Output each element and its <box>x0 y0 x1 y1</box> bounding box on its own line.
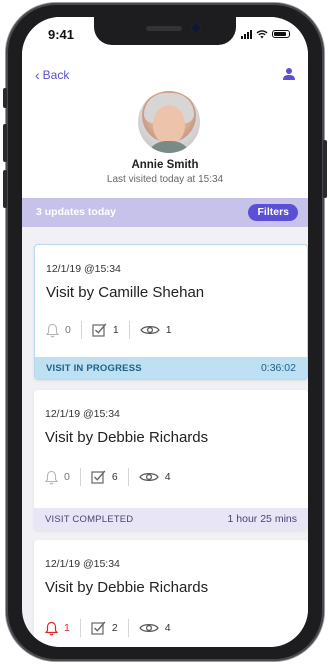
tasks-metric: 2 <box>91 621 118 635</box>
chevron-left-icon: ‹ <box>35 67 40 83</box>
divider <box>128 321 130 339</box>
screen: ‹ Back Annie Smith Last visited today at… <box>22 17 308 647</box>
signal-icon <box>241 29 252 39</box>
visit-metrics: 0 6 4 <box>45 468 171 486</box>
visit-status-bar: VISIT IN PROGRESS 0:36:02 <box>35 357 307 379</box>
alerts-count: 1 <box>64 622 70 634</box>
visit-title: Visit by Debbie Richards <box>45 429 209 446</box>
tasks-metric: 6 <box>91 470 118 484</box>
divider <box>80 321 82 339</box>
divider <box>127 468 129 486</box>
eye-icon <box>138 624 159 632</box>
divider <box>79 619 81 637</box>
status-icons <box>241 29 290 39</box>
alerts-metric: 0 <box>45 470 70 485</box>
speaker-grille <box>146 26 182 31</box>
status-time: 9:41 <box>48 27 75 42</box>
mute-switch <box>3 88 7 108</box>
visit-duration: 0:36:02 <box>260 362 296 374</box>
views-count: 4 <box>164 622 171 634</box>
views-metric: 4 <box>138 471 171 483</box>
alerts-metric: 1 <box>45 621 70 636</box>
tasks-count: 2 <box>111 622 118 634</box>
eye-icon <box>138 473 159 481</box>
tasks-count: 6 <box>111 471 118 483</box>
avatar <box>138 91 200 153</box>
views-metric: 1 <box>139 324 172 336</box>
visit-card[interactable]: 12/1/19 @15:34 Visit by Debbie Richards … <box>34 540 308 647</box>
bell-icon <box>46 323 59 337</box>
visit-title: Visit by Debbie Richards <box>45 579 209 596</box>
volume-up-button <box>3 124 7 162</box>
visit-card[interactable]: 12/1/19 @15:34 Visit by Camille Shehan 0… <box>34 244 308 380</box>
user-icon[interactable] <box>282 67 296 81</box>
visit-date: 12/1/19 @15:34 <box>45 558 120 570</box>
bell-icon <box>45 470 58 484</box>
visit-metrics: 1 2 4 <box>45 619 171 637</box>
visit-duration: 1 hour 25 mins <box>227 513 297 525</box>
last-visited-text: Last visited today at 15:34 <box>106 174 224 185</box>
visit-status: VISIT COMPLETED <box>45 514 134 525</box>
updates-count: 3 updates today <box>36 206 116 218</box>
views-count: 4 <box>164 471 171 483</box>
power-button <box>323 140 327 198</box>
back-button[interactable]: ‹ Back <box>35 68 69 82</box>
profile-name: Annie Smith <box>131 159 199 171</box>
alerts-count: 0 <box>64 471 70 483</box>
checklist-icon <box>91 621 106 635</box>
camera-icon <box>192 24 200 32</box>
visit-metrics: 0 1 1 <box>46 321 172 339</box>
bell-icon <box>45 621 58 635</box>
checklist-icon <box>92 323 107 337</box>
visit-date: 12/1/19 @15:34 <box>46 263 121 275</box>
alerts-metric: 0 <box>46 323 71 338</box>
visit-status-bar: VISIT COMPLETED 1 hour 25 mins <box>34 508 308 530</box>
divider <box>79 468 81 486</box>
back-label: Back <box>42 68 70 82</box>
visit-title: Visit by Camille Shehan <box>46 284 205 301</box>
updates-bar: 3 updates today Filters <box>22 198 308 227</box>
divider <box>127 619 129 637</box>
alerts-count: 0 <box>65 324 71 336</box>
views-count: 1 <box>165 324 172 336</box>
filters-button[interactable]: Filters <box>248 204 298 221</box>
wifi-icon <box>256 29 268 38</box>
tasks-metric: 1 <box>92 323 119 337</box>
battery-icon <box>272 30 290 38</box>
visit-card[interactable]: 12/1/19 @15:34 Visit by Debbie Richards … <box>34 390 308 530</box>
views-metric: 4 <box>138 622 171 634</box>
notch <box>94 17 236 45</box>
tasks-count: 1 <box>112 324 119 336</box>
checklist-icon <box>91 470 106 484</box>
volume-down-button <box>3 170 7 208</box>
visit-status: VISIT IN PROGRESS <box>46 363 142 374</box>
visit-date: 12/1/19 @15:34 <box>45 408 120 420</box>
eye-icon <box>139 326 160 334</box>
